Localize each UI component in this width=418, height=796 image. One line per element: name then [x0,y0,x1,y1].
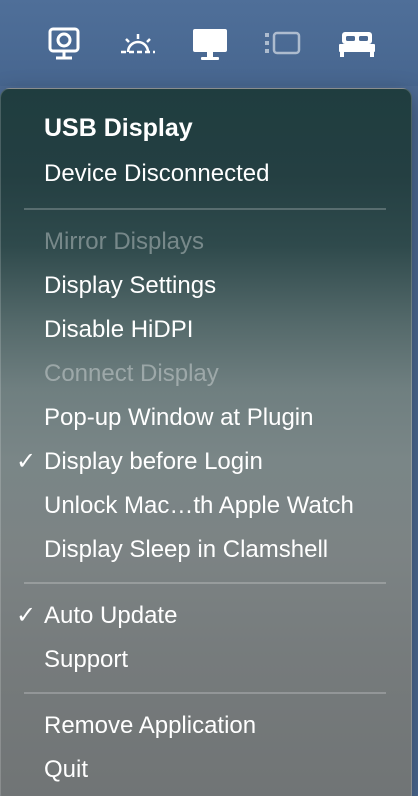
menu-item-remove-application[interactable]: Remove Application [44,706,256,746]
menu-item-support[interactable]: Support [44,640,128,680]
menu-item-display-sleep-clamshell[interactable]: Display Sleep in Clamshell [44,530,328,570]
menu-item-disable-hidpi[interactable]: Disable HiDPI [44,310,193,350]
menu-separator [24,692,386,694]
menu-item-quit[interactable]: Quit [44,750,88,790]
menu-item-connect-display: Connect Display [44,360,219,387]
menu-item-popup-window[interactable]: Pop-up Window at Plugin [44,398,313,438]
checkmark-icon: ✓ [16,448,37,475]
menu-item-unlock-mac[interactable]: Unlock Mac…th Apple Watch [44,486,354,526]
brightness-icon[interactable] [118,26,158,62]
display-capture-icon[interactable] [44,26,84,62]
menu-bar [0,0,418,86]
menu-item-display-before-login[interactable]: Display before Login [44,442,263,482]
menu-header-status: Device Disconnected [44,160,270,187]
menu-item-mirror-displays: Mirror Displays [44,228,205,255]
menu-separator [24,582,386,584]
sidebar-layout-icon[interactable] [263,26,303,62]
bed-sleep-icon[interactable] [337,26,377,62]
menu-item-display-settings[interactable]: Display Settings [44,266,216,306]
menu-separator [24,208,386,210]
menu-header-title: USB Display [44,114,193,142]
checkmark-icon: ✓ [16,602,37,629]
menu-item-auto-update[interactable]: Auto Update [44,596,177,636]
monitor-icon[interactable] [190,26,230,62]
